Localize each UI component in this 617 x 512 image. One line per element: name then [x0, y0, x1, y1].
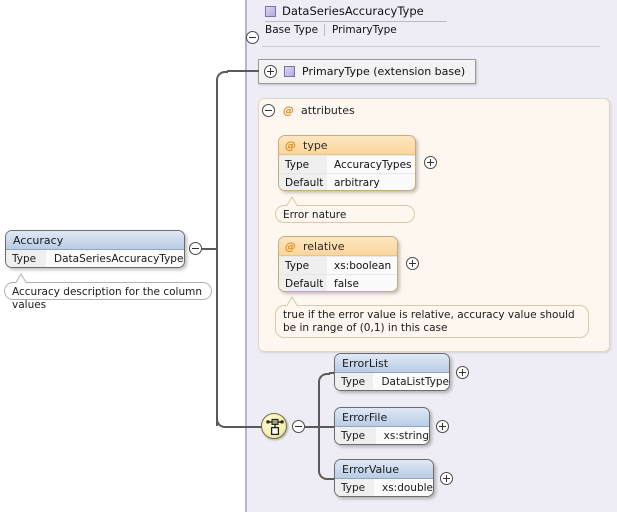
documentation-text: true if the error value is relative, acc…	[283, 309, 575, 334]
plus-circle-icon[interactable]	[406, 257, 419, 270]
connector-line	[216, 248, 218, 426]
property-value: false	[327, 275, 397, 291]
complex-type-name: DataSeriesAccuracyType	[282, 4, 424, 18]
element-card-errorlist[interactable]: ErrorList Type DataListType	[334, 353, 450, 391]
extension-base-box[interactable]: PrimaryType (extension base)	[258, 59, 476, 84]
property-value: arbitrary	[327, 174, 415, 190]
schema-diagram-canvas: DataSeriesAccuracyType Base Type Primary…	[0, 0, 617, 512]
property-value: xs:string	[375, 427, 429, 444]
attribute-name: type	[303, 138, 328, 152]
connector-line	[216, 79, 218, 249]
property-key: Type	[279, 257, 327, 274]
element-documentation-accuracy: Accuracy description for the column valu…	[4, 282, 212, 311]
errorfile-expand-toggle[interactable]	[436, 420, 449, 436]
element-header: ErrorList	[335, 354, 449, 373]
element-name: Accuracy	[13, 233, 64, 247]
element-card-accuracy[interactable]: Accuracy Type DataSeriesAccuracyType	[5, 230, 185, 268]
connector-line	[318, 381, 320, 427]
attributes-group-header: @ attributes	[283, 104, 355, 117]
complex-type-header: DataSeriesAccuracyType Base Type Primary…	[265, 4, 595, 36]
errorlist-expand-toggle[interactable]	[456, 366, 469, 382]
property-value: DataListType	[373, 373, 449, 390]
minus-circle-icon[interactable]	[246, 31, 259, 44]
element-name: ErrorFile	[342, 410, 388, 424]
documentation-tail	[285, 296, 299, 308]
at-symbol-icon: @	[285, 239, 296, 253]
element-card-errorvalue[interactable]: ErrorValue Type xs:double	[334, 459, 434, 497]
complex-type-toggle[interactable]	[246, 31, 259, 47]
attribute-property-row: Default false	[279, 274, 397, 291]
extension-base-label: PrimaryType (extension base)	[302, 65, 466, 78]
documentation-text: Accuracy description for the column valu…	[12, 286, 202, 311]
documentation-tail	[14, 273, 28, 285]
element-name: ErrorList	[342, 356, 389, 370]
attribute-documentation-relative: true if the error value is relative, acc…	[275, 305, 589, 338]
errorvalue-expand-toggle[interactable]	[440, 472, 453, 488]
connector-line	[227, 426, 262, 428]
attribute-property-row: Type AccuracyTypes	[279, 155, 415, 173]
at-symbol-icon: @	[285, 138, 296, 152]
choice-glyph	[266, 418, 284, 436]
property-key: Type	[6, 250, 46, 267]
element-property-row: Type xs:string	[335, 427, 429, 444]
plus-circle-icon[interactable]	[456, 366, 469, 379]
connector-corner	[318, 373, 330, 385]
element-card-errorfile[interactable]: ErrorFile Type xs:string	[334, 407, 430, 445]
element-property-row: Type DataSeriesAccuracyType	[6, 250, 184, 267]
element-header: ErrorValue	[335, 460, 433, 479]
element-header: ErrorFile	[335, 408, 429, 427]
attribute-relative-expand-toggle[interactable]	[406, 257, 419, 273]
complex-type-icon	[284, 66, 295, 77]
accuracy-collapse-toggle[interactable]	[189, 242, 202, 258]
minus-circle-icon[interactable]	[292, 420, 305, 433]
title-divider	[265, 21, 447, 22]
attribute-card-relative[interactable]: @ relative Type xs:boolean Default false	[278, 236, 398, 292]
property-value: xs:boolean	[327, 257, 397, 274]
element-header: Accuracy	[6, 231, 184, 250]
complex-type-icon	[265, 5, 276, 17]
property-value: DataSeriesAccuracyType	[46, 250, 184, 267]
property-value: xs:double	[373, 479, 433, 496]
connector-line	[305, 426, 319, 428]
element-name: ErrorValue	[342, 462, 400, 476]
choice-collapse-toggle[interactable]	[292, 420, 305, 436]
connector-line	[227, 70, 259, 72]
minus-circle-icon[interactable]	[262, 104, 275, 117]
plus-circle-icon[interactable]	[424, 156, 437, 169]
documentation-text: Error nature	[283, 209, 347, 221]
property-key: Type	[279, 156, 327, 173]
attribute-property-row: Default arbitrary	[279, 173, 415, 190]
connector-corner	[216, 71, 228, 83]
property-key: Type	[335, 427, 376, 444]
base-type-row: Base Type PrimaryType	[265, 24, 595, 36]
attribute-name: relative	[303, 239, 345, 253]
property-key: Type	[335, 373, 374, 390]
documentation-tail	[285, 196, 299, 208]
attributes-toggle[interactable]	[262, 104, 275, 120]
plus-circle-icon[interactable]	[440, 472, 453, 485]
base-type-value: PrimaryType	[332, 24, 397, 36]
complex-type-title-row: DataSeriesAccuracyType	[265, 4, 595, 20]
plus-circle-icon[interactable]	[264, 65, 277, 78]
property-key: Type	[335, 479, 374, 496]
element-property-row: Type xs:double	[335, 479, 433, 496]
element-property-row: Type DataListType	[335, 373, 449, 390]
property-value: AccuracyTypes	[327, 156, 415, 173]
attribute-header: @ type	[279, 136, 415, 155]
at-symbol-icon: @	[283, 104, 294, 117]
panel-divider	[262, 46, 600, 47]
attribute-header: @ relative	[279, 237, 397, 256]
choice-icon[interactable]	[261, 413, 287, 439]
base-type-label: Base Type	[265, 24, 319, 36]
attribute-type-expand-toggle[interactable]	[424, 156, 437, 172]
minus-circle-icon[interactable]	[189, 242, 202, 255]
attributes-group-label: attributes	[301, 104, 355, 117]
attribute-card-type[interactable]: @ type Type AccuracyTypes Default arbitr…	[278, 135, 416, 191]
plus-circle-icon[interactable]	[436, 420, 449, 433]
property-key: Default	[279, 275, 327, 291]
connector-line	[318, 426, 320, 472]
property-key: Default	[279, 174, 327, 190]
attribute-property-row: Type xs:boolean	[279, 256, 397, 274]
